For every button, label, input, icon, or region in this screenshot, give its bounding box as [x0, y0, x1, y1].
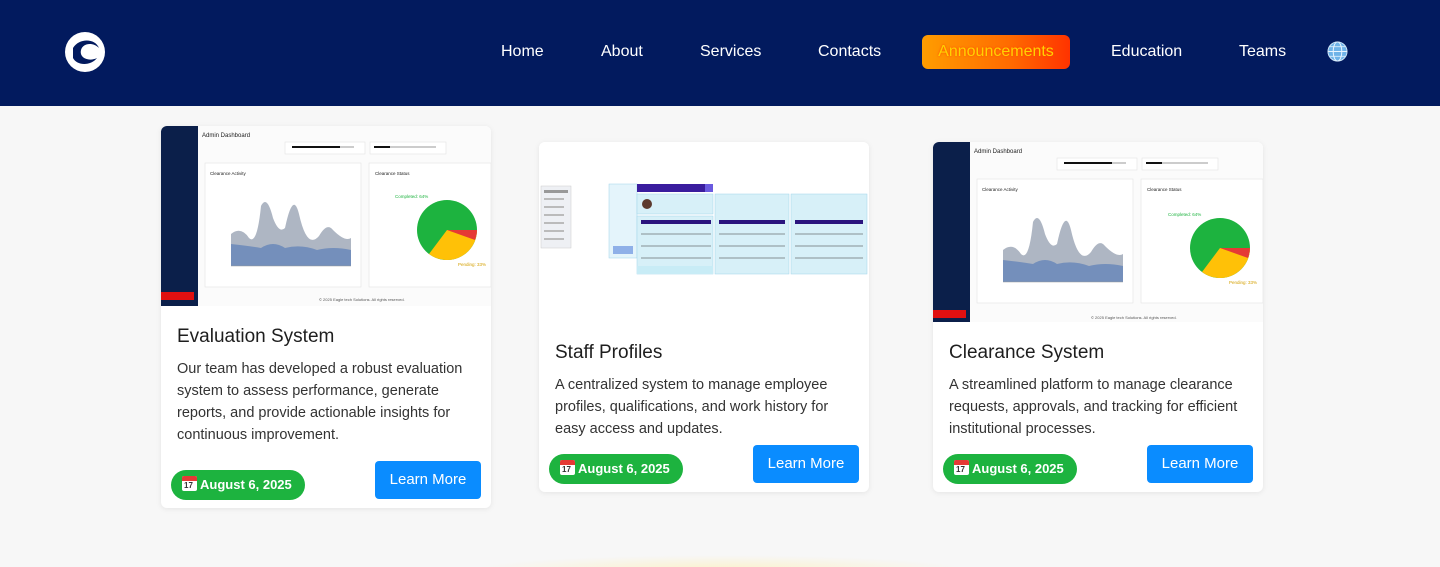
globe-icon[interactable]: [1327, 41, 1348, 62]
card-clearance-system: Admin Dashboard Clearance Activity Clear…: [933, 142, 1263, 492]
nav-education[interactable]: Education: [1111, 35, 1182, 69]
date-text: August 6, 2025: [200, 477, 292, 492]
date-text: August 6, 2025: [972, 461, 1064, 476]
main-nav: Home About Services Contacts Announcemen…: [0, 35, 1440, 69]
card-thumbnail: Admin Dashboard Clearance Activity Clear…: [933, 142, 1263, 322]
nav-about[interactable]: About: [601, 35, 643, 69]
thumb-right-title: Clearance Status: [375, 171, 410, 176]
thumb-left-title: Clearance Activity: [982, 187, 1019, 192]
dashboard-screenshot: Admin Dashboard Clearance Activity Clear…: [933, 142, 1263, 322]
card-description: Our team has developed a robust evaluati…: [177, 361, 463, 443]
calendar-icon: [560, 460, 575, 475]
nav-teams[interactable]: Teams: [1239, 35, 1286, 69]
thumb-completed: Completed: 64%: [395, 194, 428, 199]
date-badge: August 6, 2025: [171, 470, 305, 500]
thumb-pending: Pending: 33%: [1229, 280, 1257, 285]
thumb-header: Admin Dashboard: [202, 133, 250, 139]
card-description: A centralized system to manage employee …: [555, 377, 829, 437]
card-title: Evaluation System: [177, 326, 335, 347]
date-text: August 6, 2025: [578, 461, 670, 476]
calendar-icon: [954, 460, 969, 475]
learn-more-button[interactable]: Learn More: [1147, 445, 1253, 483]
thumb-right-title: Clearance Status: [1147, 187, 1182, 192]
nav-announcements[interactable]: Announcements: [922, 35, 1070, 69]
section-glow: [470, 555, 970, 567]
date-badge: August 6, 2025: [943, 454, 1077, 484]
thumb-header: Admin Dashboard: [974, 149, 1022, 155]
card-description: A streamlined platform to manage clearan…: [949, 377, 1238, 437]
thumb-footer: © 2025 Eagle tech Solutions. All rights …: [319, 297, 405, 302]
thumb-completed: Completed: 64%: [1168, 212, 1201, 217]
card-staff-profiles: Staff Profiles A centralized system to m…: [539, 142, 869, 492]
learn-more-button[interactable]: Learn More: [375, 461, 481, 499]
thumb-left-title: Clearance Activity: [210, 171, 247, 176]
card-title: Staff Profiles: [555, 342, 663, 363]
thumb-pending: Pending: 33%: [458, 262, 486, 267]
date-badge: August 6, 2025: [549, 454, 683, 484]
learn-more-button[interactable]: Learn More: [753, 445, 859, 483]
site-header: Home About Services Contacts Announcemen…: [0, 0, 1440, 106]
nav-home[interactable]: Home: [501, 35, 544, 69]
calendar-icon: [182, 476, 197, 491]
card-evaluation-system: Admin Dashboard Clearance Activity Clear…: [161, 126, 491, 508]
card-title: Clearance System: [949, 342, 1105, 363]
card-thumbnail: [539, 142, 869, 322]
thumb-footer: © 2025 Eagle tech Solutions. All rights …: [1091, 315, 1177, 320]
dashboard-screenshot: Admin Dashboard Clearance Activity Clear…: [161, 126, 491, 306]
nav-contacts[interactable]: Contacts: [818, 35, 881, 69]
card-thumbnail: Admin Dashboard Clearance Activity Clear…: [161, 126, 491, 306]
nav-services[interactable]: Services: [700, 35, 761, 69]
staff-profiles-screenshot: [540, 183, 868, 275]
